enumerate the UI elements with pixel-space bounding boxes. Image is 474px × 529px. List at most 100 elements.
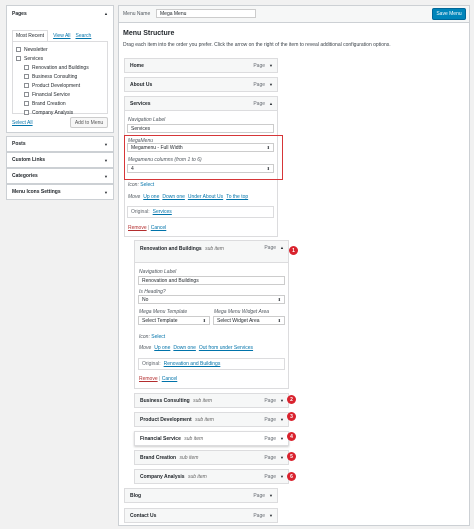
select-arrows-icon: ⬍ [202, 318, 206, 323]
chevron-down-icon: ▼ [104, 189, 108, 195]
step-badge: 3 [287, 412, 296, 421]
megamenu-select[interactable]: Megamenu - Full Width ⬍ [127, 143, 274, 152]
move-up-one-link[interactable]: Up one [143, 194, 159, 200]
list-item[interactable]: Business Consulting [16, 72, 104, 81]
menu-item-financial-service[interactable]: Financial Service sub item Page ▼ [134, 431, 289, 446]
accordion-menu-icons-settings[interactable]: Menu Icons Settings ▼ [6, 184, 114, 200]
move-down-one-link[interactable]: Down one [173, 345, 196, 351]
step-badge: 4 [287, 432, 296, 441]
add-to-menu-button[interactable]: Add to Menu [70, 117, 108, 128]
is-heading-select[interactable]: No ⬍ [138, 295, 285, 304]
cancel-link[interactable]: Cancel [162, 376, 178, 382]
menu-item-renovation[interactable]: Renovation and Buildings sub item Page ▲ [134, 240, 289, 263]
menu-item-company-analysis[interactable]: Company Analysis sub item Page ▼ [134, 469, 289, 484]
expand-arrow-icon[interactable]: ▼ [280, 398, 284, 403]
template-label: Mega Menu Template [139, 309, 188, 315]
pages-checklist: Newsletter Services Renovation and Build… [12, 41, 108, 117]
expand-arrow-icon[interactable]: ▼ [280, 436, 284, 441]
accordion-categories[interactable]: Categories ▼ [6, 168, 114, 184]
menu-item-blog[interactable]: Blog Page ▼ [124, 488, 278, 503]
save-menu-button[interactable]: Save Menu [432, 8, 466, 20]
pages-title: Pages [12, 10, 27, 17]
list-item[interactable]: Newsletter [16, 45, 104, 54]
move-down-one-link[interactable]: Down one [162, 194, 185, 200]
checkbox[interactable] [24, 74, 29, 79]
list-item[interactable]: Services [16, 54, 104, 63]
chevron-down-icon: ▼ [104, 173, 108, 179]
step-badge: 1 [289, 246, 298, 255]
renovation-nav-input[interactable]: Renovation and Buildings [138, 276, 285, 285]
menu-item-about[interactable]: About Us Page ▼ [124, 77, 278, 92]
step-badge: 2 [287, 395, 296, 404]
widget-area-select[interactable]: Select Widget Area ⬍ [213, 316, 285, 325]
select-arrows-icon: ⬍ [277, 297, 281, 302]
list-item[interactable]: Product Development [16, 81, 104, 90]
list-item[interactable]: Brand Creation [16, 99, 104, 108]
template-select[interactable]: Select Template ⬍ [138, 316, 210, 325]
tab-most-recent[interactable]: Most Recent [12, 30, 49, 41]
menu-structure-description: Drag each item into the order you prefer… [123, 42, 391, 48]
expand-arrow-icon[interactable]: ▼ [269, 493, 273, 498]
remove-link[interactable]: Remove [139, 376, 158, 382]
menu-item-contact[interactable]: Contact Us Page ▼ [124, 508, 278, 523]
pages-panel: Pages ▲ Most Recent View All Search News… [6, 5, 114, 133]
checkbox[interactable] [24, 110, 29, 115]
chevron-down-icon: ▼ [104, 157, 108, 163]
checkbox[interactable] [16, 56, 21, 61]
pages-panel-header[interactable]: Pages ▲ [7, 6, 113, 21]
services-icon-row: Icon: Select [128, 182, 155, 188]
cancel-link[interactable]: Cancel [151, 225, 167, 231]
megamenu-columns-select[interactable]: 4 ⬍ [127, 164, 274, 173]
menu-item-product-development[interactable]: Product Development sub item Page ▼ [134, 412, 289, 427]
select-all-link[interactable]: Select All [12, 120, 33, 126]
services-original-link[interactable]: Services [153, 209, 172, 215]
remove-link[interactable]: Remove [128, 225, 147, 231]
accordion-custom-links[interactable]: Custom Links ▼ [6, 152, 114, 168]
megamenu-columns-label: Megamenu columns (from 1 to 6) [128, 157, 202, 163]
renovation-original-box: Original: Renovation and Buildings [138, 358, 285, 370]
select-arrows-icon: ⬍ [266, 145, 270, 150]
renovation-original-link[interactable]: Renovation and Buildings [164, 361, 221, 367]
collapse-arrow-icon[interactable]: ▲ [280, 245, 284, 250]
checkbox[interactable] [16, 47, 21, 52]
menu-item-brand-creation[interactable]: Brand Creation sub item Page ▼ [134, 450, 289, 465]
expand-arrow-icon[interactable]: ▼ [269, 513, 273, 518]
collapse-arrow-icon[interactable]: ▲ [269, 101, 273, 106]
expand-arrow-icon[interactable]: ▼ [269, 63, 273, 68]
expand-arrow-icon[interactable]: ▼ [280, 417, 284, 422]
services-nav-label: Navigation Label [128, 117, 166, 123]
checkbox[interactable] [24, 65, 29, 70]
icon-select-link[interactable]: Select [140, 182, 154, 188]
checkbox[interactable] [24, 92, 29, 97]
menu-name-label: Menu Name [123, 11, 151, 17]
tab-view-all[interactable]: View All [53, 31, 70, 41]
expand-arrow-icon[interactable]: ▼ [280, 455, 284, 460]
expand-arrow-icon[interactable]: ▼ [269, 82, 273, 87]
renovation-actions: Remove | Cancel [139, 376, 178, 382]
list-item[interactable]: Renovation and Buildings [16, 63, 104, 72]
list-item[interactable]: Company Analysis [16, 108, 104, 117]
menu-name-input[interactable]: Mega Menu [156, 9, 256, 18]
menu-item-business-consulting[interactable]: Business Consulting sub item Page ▼ [134, 393, 289, 408]
collapse-arrow-icon[interactable]: ▲ [104, 11, 108, 16]
move-under-about-link[interactable]: Under About Us [188, 194, 223, 200]
menu-item-services[interactable]: Services Page ▲ [124, 96, 278, 111]
move-out-link[interactable]: Out from under Services [199, 345, 253, 351]
move-up-one-link[interactable]: Up one [154, 345, 170, 351]
renovation-nav-label: Navigation Label [139, 269, 177, 275]
tab-search[interactable]: Search [76, 31, 92, 41]
select-arrows-icon: ⬍ [277, 318, 281, 323]
expand-arrow-icon[interactable]: ▼ [280, 474, 284, 479]
accordion-posts[interactable]: Posts ▼ [6, 136, 114, 152]
list-item[interactable]: Financial Service [16, 90, 104, 99]
icon-select-link[interactable]: Select [151, 334, 165, 340]
checkbox[interactable] [24, 101, 29, 106]
checkbox[interactable] [24, 83, 29, 88]
renovation-move-row: Move Up one Down one Out from under Serv… [139, 345, 254, 351]
select-arrows-icon: ⬍ [266, 166, 270, 171]
chevron-down-icon: ▼ [104, 141, 108, 147]
move-to-top-link[interactable]: To the top [226, 194, 248, 200]
services-actions: Remove | Cancel [128, 225, 167, 231]
menu-item-home[interactable]: Home Page ▼ [124, 58, 278, 73]
services-nav-input[interactable]: Services [127, 124, 274, 133]
